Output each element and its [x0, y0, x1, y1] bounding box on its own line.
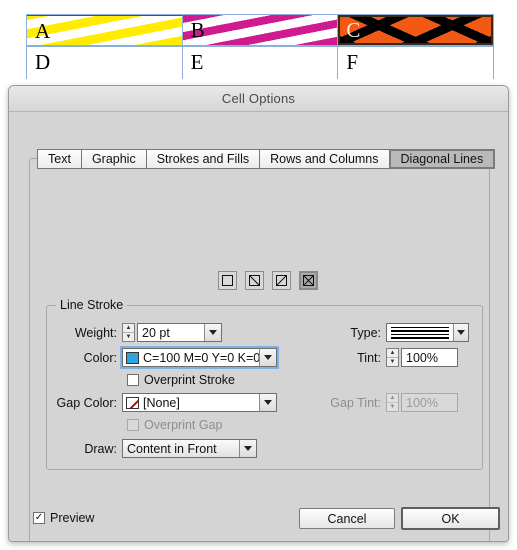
stroke-color-swatch-icon: [126, 351, 139, 364]
gap-color-value: [None]: [143, 395, 180, 410]
tint-input[interactable]: 100%: [401, 348, 458, 367]
gap-color-row: Gap Color: [None]: [49, 393, 277, 412]
diagonal-type-button-group: [218, 271, 318, 290]
draw-dropdown-arrow[interactable]: [239, 440, 256, 457]
table-cell-f[interactable]: F: [338, 47, 494, 79]
table-cell-d[interactable]: D: [27, 47, 183, 79]
tint-stepper[interactable]: ▲ ▼: [386, 348, 399, 367]
preview-checkbox[interactable]: ✓: [33, 512, 45, 524]
preview-row[interactable]: ✓ Preview: [33, 511, 94, 525]
dialog-titlebar[interactable]: Cell Options: [9, 86, 508, 112]
cell-d-label: D: [35, 50, 51, 74]
table-cell-c[interactable]: C: [338, 15, 494, 46]
tab-graphic[interactable]: Graphic: [80, 149, 146, 169]
cell-c-label: C: [346, 18, 361, 42]
color-dropdown-arrow[interactable]: [259, 349, 276, 366]
weight-value: 20 pt: [142, 325, 170, 340]
dialog-footer: ✓ Preview Cancel OK: [9, 501, 508, 541]
gap-tint-stepper-down: ▼: [389, 404, 396, 410]
table-row: D E F: [27, 47, 494, 79]
table-cell-b[interactable]: B: [182, 15, 339, 46]
tab-rows-and-columns[interactable]: Rows and Columns: [259, 149, 389, 169]
weight-label: Weight:: [74, 325, 117, 340]
tint-row: Tint: ▲ ▼ 100%: [339, 348, 458, 367]
weight-stepper[interactable]: ▲ ▼: [122, 323, 135, 342]
overprint-gap-checkbox: [127, 419, 139, 431]
preview-label: Preview: [50, 511, 95, 525]
draw-row: Draw: Content in Front: [71, 439, 257, 458]
dialog-body: Text Graphic Strokes and Fills Rows and …: [9, 112, 508, 541]
tint-label: Tint:: [357, 350, 381, 365]
gap-tint-input: 100%: [401, 393, 458, 412]
gap-color-combobox[interactable]: [None]: [122, 393, 277, 412]
gap-color-dropdown-arrow[interactable]: [259, 394, 276, 411]
tint-stepper-down[interactable]: ▼: [387, 358, 398, 366]
tint-stepper-up[interactable]: ▲: [387, 349, 398, 358]
no-diagonal-lines-button[interactable]: [218, 271, 237, 290]
draw-label: Draw:: [84, 441, 117, 456]
tab-bar: Text Graphic Strokes and Fills Rows and …: [37, 149, 496, 169]
line-stroke-group-title: Line Stroke: [56, 298, 128, 312]
overprint-stroke-label: Overprint Stroke: [144, 373, 236, 387]
cell-b-label: B: [190, 18, 205, 42]
color-row: Color: C=100 M=0 Y=0 K=0: [67, 346, 279, 369]
gap-tint-stepper: ▲ ▼: [386, 393, 399, 412]
tab-text[interactable]: Text: [37, 149, 81, 169]
cell-options-dialog: Cell Options Text Graphic Strokes and Fi…: [8, 85, 509, 542]
overprint-stroke-checkbox[interactable]: [127, 374, 139, 386]
cancel-button[interactable]: Cancel: [299, 508, 395, 529]
weight-combobox[interactable]: 20 pt: [137, 323, 222, 342]
draw-value: Content in Front: [127, 441, 217, 456]
backslash-diagonal-button[interactable]: [245, 271, 264, 290]
weight-row: Weight: ▲ ▼ 20 pt: [67, 323, 222, 342]
cell-b-diagonal-fill: [182, 15, 338, 45]
type-row: Type:: [339, 323, 469, 342]
gap-tint-row: Gap Tint: ▲ ▼ 100%: [319, 393, 458, 412]
square-cross-icon: [303, 275, 314, 286]
document-table[interactable]: A B C D E F: [26, 14, 494, 79]
stroke-type-preview-icon: [387, 324, 453, 341]
type-label: Type:: [350, 325, 381, 340]
square-empty-icon: [222, 275, 233, 286]
slash-diagonal-button[interactable]: [272, 271, 291, 290]
ok-button[interactable]: OK: [401, 507, 500, 530]
draw-combobox[interactable]: Content in Front: [122, 439, 257, 458]
gap-tint-label: Gap Tint:: [330, 395, 381, 410]
weight-stepper-down[interactable]: ▼: [123, 333, 134, 341]
tab-strokes-and-fills[interactable]: Strokes and Fills: [145, 149, 260, 169]
color-label: Color:: [83, 350, 117, 365]
cell-c-border: [338, 15, 494, 45]
gap-color-none-swatch-icon: [126, 396, 139, 409]
overprint-stroke-row[interactable]: Overprint Stroke: [127, 373, 235, 387]
gap-tint-stepper-up: ▲: [387, 394, 398, 403]
type-combobox[interactable]: [386, 323, 469, 342]
square-backslash-icon: [249, 275, 260, 286]
color-value: C=100 M=0 Y=0 K=0: [143, 350, 259, 365]
type-dropdown-arrow[interactable]: [452, 324, 468, 341]
table-row: A B C: [27, 15, 494, 47]
dialog-title: Cell Options: [221, 91, 296, 106]
gap-color-label: Gap Color:: [56, 395, 117, 410]
overprint-gap-row: Overprint Gap: [127, 418, 223, 432]
cell-a-diagonal-fill: [27, 16, 182, 45]
cross-diagonal-button[interactable]: [299, 271, 318, 290]
color-combobox[interactable]: C=100 M=0 Y=0 K=0: [120, 346, 279, 369]
cell-a-label: A: [35, 19, 51, 43]
table-cell-a[interactable]: A: [27, 15, 183, 46]
weight-stepper-up[interactable]: ▲: [123, 324, 134, 333]
weight-dropdown-arrow[interactable]: [204, 324, 221, 341]
tab-diagonal-lines[interactable]: Diagonal Lines: [388, 149, 496, 169]
cell-e-label: E: [190, 50, 204, 74]
cell-f-label: F: [346, 50, 359, 74]
overprint-gap-label: Overprint Gap: [144, 418, 223, 432]
square-slash-icon: [276, 275, 287, 286]
table-cell-e[interactable]: E: [182, 47, 339, 79]
